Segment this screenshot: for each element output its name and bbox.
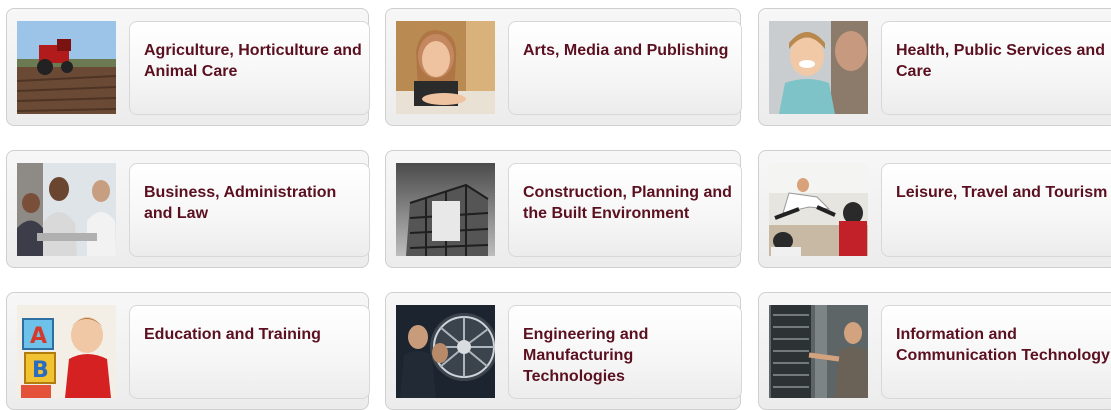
category-title: Agriculture, Horticulture and Animal Car…	[144, 42, 362, 80]
course-category-grid: Agriculture, Horticulture and Animal Car…	[0, 0, 1111, 410]
category-label-box: Education and Training	[129, 305, 370, 399]
category-label-box: Arts, Media and Publishing	[508, 21, 742, 115]
server-rack-image	[769, 305, 868, 398]
category-label-box: Leisure, Travel and Tourism	[881, 163, 1111, 257]
svg-text:A: A	[30, 324, 47, 349]
category-card-engineering[interactable]: Engineering and Manufacturing Technologi…	[385, 292, 742, 410]
category-card-leisure[interactable]: Leisure, Travel and Tourism	[758, 150, 1111, 268]
category-label-box: Health, Public Services and Care	[881, 21, 1111, 115]
child-abc-blocks-image: A B	[17, 305, 116, 398]
category-title: Business, Administration and Law	[144, 184, 337, 222]
category-title: Information and Communication Technology	[896, 326, 1110, 364]
jet-engine-image	[396, 305, 495, 398]
category-card-education[interactable]: A B Education and Training	[6, 292, 370, 410]
svg-text:B: B	[32, 358, 49, 383]
category-label-box: Construction, Planning and the Built Env…	[508, 163, 742, 257]
category-label-box: Agriculture, Horticulture and Animal Car…	[129, 21, 370, 115]
category-card-health[interactable]: Health, Public Services and Care	[758, 8, 1111, 126]
category-card-construction[interactable]: Construction, Planning and the Built Env…	[385, 150, 742, 268]
category-title: Arts, Media and Publishing	[523, 42, 729, 59]
category-card-agriculture[interactable]: Agriculture, Horticulture and Animal Car…	[6, 8, 370, 126]
category-title: Construction, Planning and the Built Env…	[523, 184, 732, 222]
category-card-ict[interactable]: Information and Communication Technology	[758, 292, 1111, 410]
category-label-box: Business, Administration and Law	[129, 163, 370, 257]
building-scaffold-image	[396, 163, 495, 256]
category-label-box: Information and Communication Technology	[881, 305, 1111, 399]
tractor-field-image	[17, 21, 116, 114]
category-label-box: Engineering and Manufacturing Technologi…	[508, 305, 742, 399]
category-title: Engineering and Manufacturing Technologi…	[523, 326, 649, 385]
office-meeting-image	[17, 163, 116, 256]
category-title: Leisure, Travel and Tourism	[896, 184, 1108, 201]
dance-class-image	[769, 163, 868, 256]
category-card-business[interactable]: Business, Administration and Law	[6, 150, 370, 268]
category-title: Health, Public Services and Care	[896, 42, 1105, 80]
laughing-girl-image	[769, 21, 868, 114]
category-title: Education and Training	[144, 326, 321, 343]
smiling-student-image	[396, 21, 495, 114]
category-card-arts[interactable]: Arts, Media and Publishing	[385, 8, 742, 126]
